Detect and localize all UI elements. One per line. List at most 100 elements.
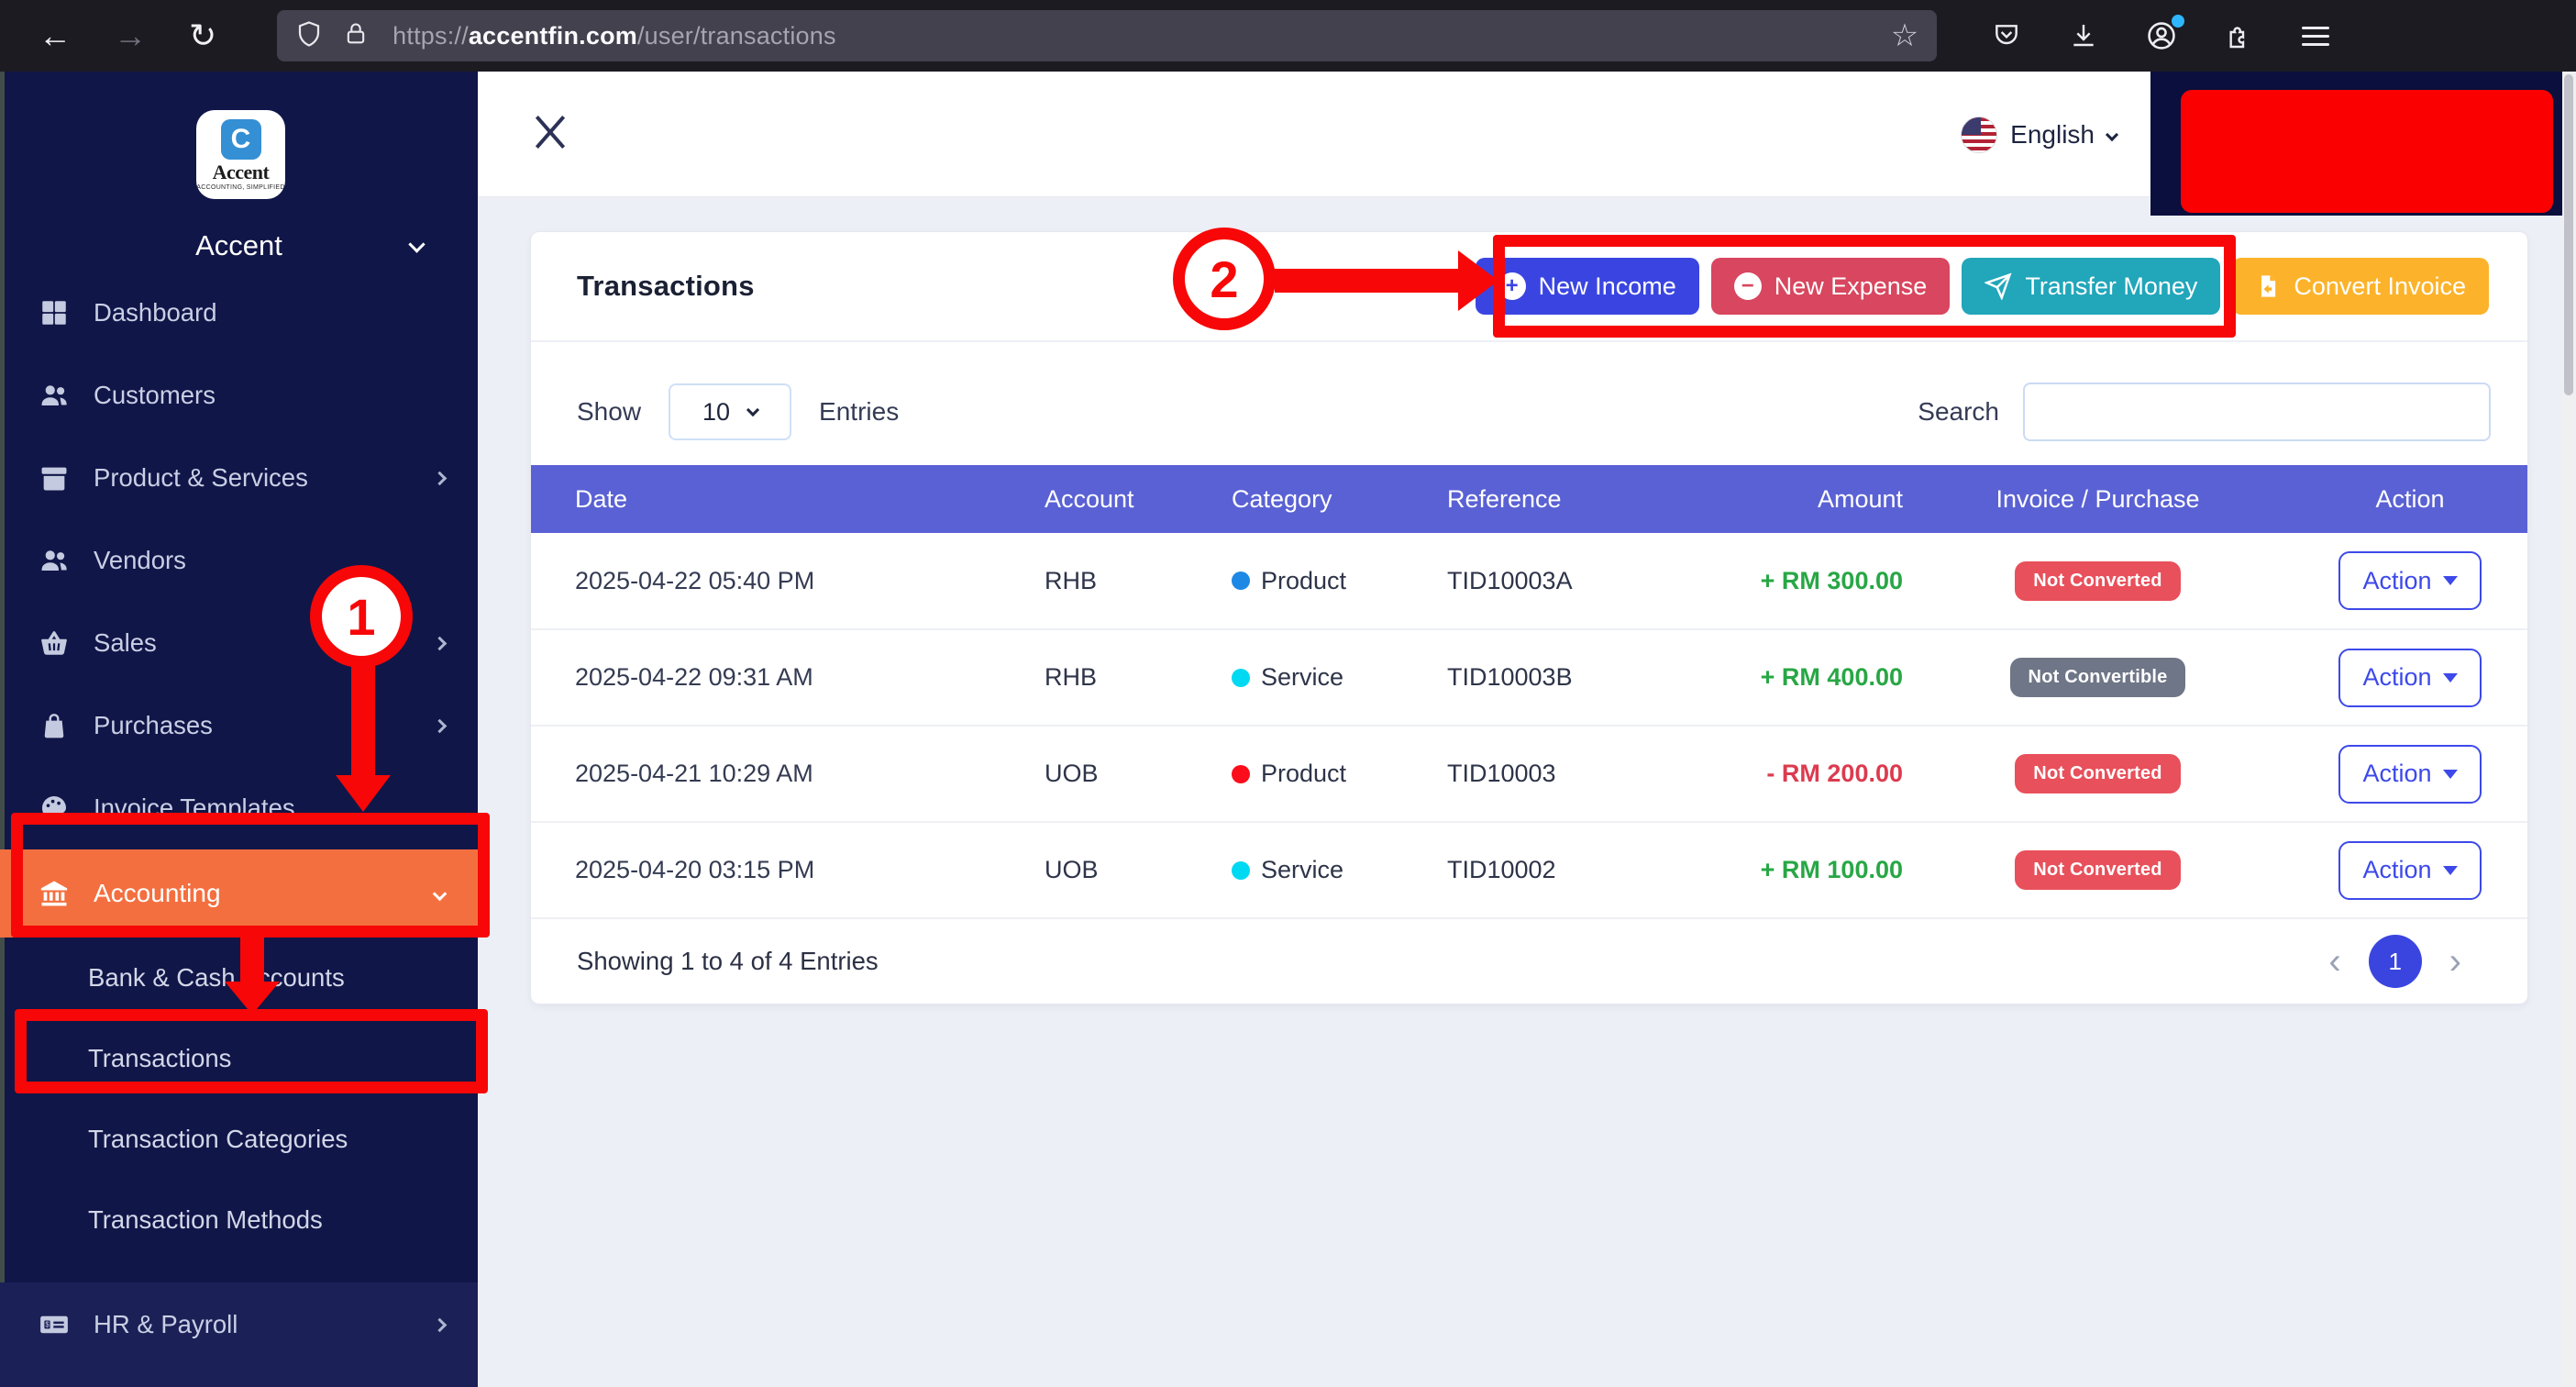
- account-icon[interactable]: [2146, 20, 2177, 51]
- pocket-icon[interactable]: [1992, 21, 2021, 50]
- back-icon[interactable]: ←: [39, 19, 72, 52]
- menu-hamburger-icon[interactable]: [2302, 21, 2329, 51]
- search-label: Search: [1918, 397, 1999, 427]
- refresh-icon[interactable]: ↻: [189, 19, 216, 52]
- sidebar-item-customers[interactable]: Customers: [0, 354, 478, 437]
- cell-date: 2025-04-21 10:29 AM: [531, 726, 1045, 822]
- sidebar-item-dashboard[interactable]: Dashboard: [0, 272, 478, 354]
- bookmark-star-icon[interactable]: ☆: [1891, 17, 1918, 54]
- browser-scrollbar[interactable]: [2562, 72, 2576, 1387]
- page-size-value: 10: [702, 398, 730, 427]
- chevron-down-icon: [746, 404, 759, 416]
- sidebar-item-label: Sales: [94, 628, 157, 658]
- col-header-account: Account: [1045, 465, 1232, 533]
- url-bar[interactable]: https://accentfin.com/user/transactions …: [277, 10, 1937, 61]
- chevron-down-icon: [408, 236, 425, 252]
- sidebar-item-invoice-templates[interactable]: Invoice Templates: [0, 767, 478, 849]
- current-page-button[interactable]: 1: [2369, 935, 2422, 988]
- users-icon: [37, 545, 72, 576]
- redacted-user-info: [2181, 90, 2553, 213]
- workspace-switcher[interactable]: Accent: [0, 218, 478, 273]
- show-label: Show: [577, 397, 641, 427]
- col-header-reference: Reference: [1447, 465, 1724, 533]
- sidebar-item-sales[interactable]: Sales: [0, 602, 478, 684]
- scrollbar-thumb[interactable]: [2564, 74, 2573, 395]
- chevron-right-icon: [433, 636, 448, 650]
- user-menu-area[interactable]: [2150, 72, 2576, 216]
- page-content: Transactions + New Income − New Expense: [478, 197, 2576, 1004]
- logo-subtitle: ACCOUNTING, SIMPLIFIED: [196, 184, 284, 191]
- button-label: New Expense: [1774, 272, 1928, 301]
- sidebar-item-purchases[interactable]: Purchases: [0, 684, 478, 767]
- col-header-invoice-purchase: Invoice / Purchase: [1903, 465, 2293, 533]
- bank-icon: [37, 878, 72, 909]
- grid-icon: [37, 297, 72, 328]
- download-icon[interactable]: [2069, 21, 2098, 50]
- cell-reference: TID10003: [1447, 726, 1724, 822]
- sidebar-item-hr-payroll[interactable]: $ HR & Payroll: [0, 1282, 478, 1367]
- row-action-button[interactable]: Action: [2338, 841, 2482, 900]
- sidebar-item-accounting[interactable]: Accounting: [0, 849, 478, 938]
- sidebar-item-label: Accounting: [94, 879, 221, 908]
- caret-down-icon: [2443, 770, 2458, 779]
- new-income-button[interactable]: + New Income: [1476, 258, 1699, 315]
- cell-amount: + RM 100.00: [1724, 822, 1903, 918]
- forward-icon[interactable]: →: [114, 19, 147, 52]
- transactions-table: Date Account Category Reference Amount I…: [531, 465, 2527, 919]
- col-header-action: Action: [2293, 465, 2527, 533]
- sidebar-toggle-x[interactable]: [531, 110, 569, 159]
- cell-invoice-status: Not Converted: [1903, 533, 2293, 629]
- sidebar-item-label: Purchases: [94, 711, 213, 740]
- cell-category: Service: [1232, 629, 1447, 726]
- sidebar-item-label: Invoice Templates: [94, 793, 295, 823]
- category-dot: [1232, 861, 1250, 880]
- extensions-puzzle-icon[interactable]: [2225, 21, 2254, 50]
- transfer-money-button[interactable]: Transfer Money: [1962, 258, 2220, 315]
- cell-account: RHB: [1045, 629, 1232, 726]
- page-size-select[interactable]: 10: [669, 383, 791, 440]
- cell-category: Service: [1232, 822, 1447, 918]
- col-header-date: Date: [531, 465, 1045, 533]
- sidebar-item-label: Dashboard: [94, 298, 217, 327]
- cell-date: 2025-04-20 03:15 PM: [531, 822, 1045, 918]
- language-selector[interactable]: English: [1961, 72, 2117, 197]
- table-row: 2025-04-22 05:40 PM RHB Product TID10003…: [531, 533, 2527, 629]
- sidebar-item-vendors[interactable]: Vendors: [0, 519, 478, 602]
- cell-action: Action: [2293, 822, 2527, 918]
- sidebar-subitem-bank-cash-accounts[interactable]: Bank & Cash Accounts: [0, 938, 478, 1018]
- sidebar-item-reports[interactable]: Reports: [0, 1367, 478, 1387]
- sidebar-subitem-transaction-methods[interactable]: Transaction Methods: [0, 1180, 478, 1260]
- cell-reference: TID10002: [1447, 822, 1724, 918]
- sidebar-subitem-transactions[interactable]: Transactions: [0, 1018, 478, 1099]
- button-label: New Income: [1539, 272, 1676, 301]
- cell-category: Product: [1232, 726, 1447, 822]
- row-action-button[interactable]: Action: [2338, 649, 2482, 707]
- new-expense-button[interactable]: − New Expense: [1711, 258, 1951, 315]
- sidebar-item-product-services[interactable]: Product & Services: [0, 437, 478, 519]
- search-input[interactable]: [2023, 383, 2491, 441]
- table-header-row: Date Account Category Reference Amount I…: [531, 465, 2527, 533]
- cell-action: Action: [2293, 533, 2527, 629]
- category-dot: [1232, 571, 1250, 590]
- app-logo: C Accent ACCOUNTING, SIMPLIFIED: [196, 110, 285, 199]
- cell-action: Action: [2293, 629, 2527, 726]
- chevron-right-icon[interactable]: ›: [2449, 943, 2461, 980]
- app-topbar: English: [478, 72, 2576, 197]
- cell-account: UOB: [1045, 726, 1232, 822]
- minus-circle-icon: −: [1734, 272, 1762, 300]
- cell-amount: + RM 300.00: [1724, 533, 1903, 629]
- lock-icon: [343, 20, 369, 52]
- table-controls: Show 10 Entries Search: [531, 342, 2527, 465]
- convert-invoice-button[interactable]: Convert Invoice: [2232, 258, 2489, 315]
- col-header-category: Category: [1232, 465, 1447, 533]
- chevron-left-icon[interactable]: ‹: [2328, 943, 2340, 980]
- sidebar-subitem-transaction-categories[interactable]: Transaction Categories: [0, 1099, 478, 1180]
- row-action-button[interactable]: Action: [2338, 551, 2482, 610]
- status-badge: Not Convertible: [2010, 658, 2186, 697]
- sidebar-item-label: Product & Services: [94, 463, 308, 493]
- entries-summary: Showing 1 to 4 of 4 Entries: [577, 947, 879, 976]
- pagination: ‹ 1 ›: [2328, 935, 2461, 988]
- cell-reference: TID10003A: [1447, 533, 1724, 629]
- shield-icon[interactable]: [295, 19, 323, 53]
- row-action-button[interactable]: Action: [2338, 745, 2482, 804]
